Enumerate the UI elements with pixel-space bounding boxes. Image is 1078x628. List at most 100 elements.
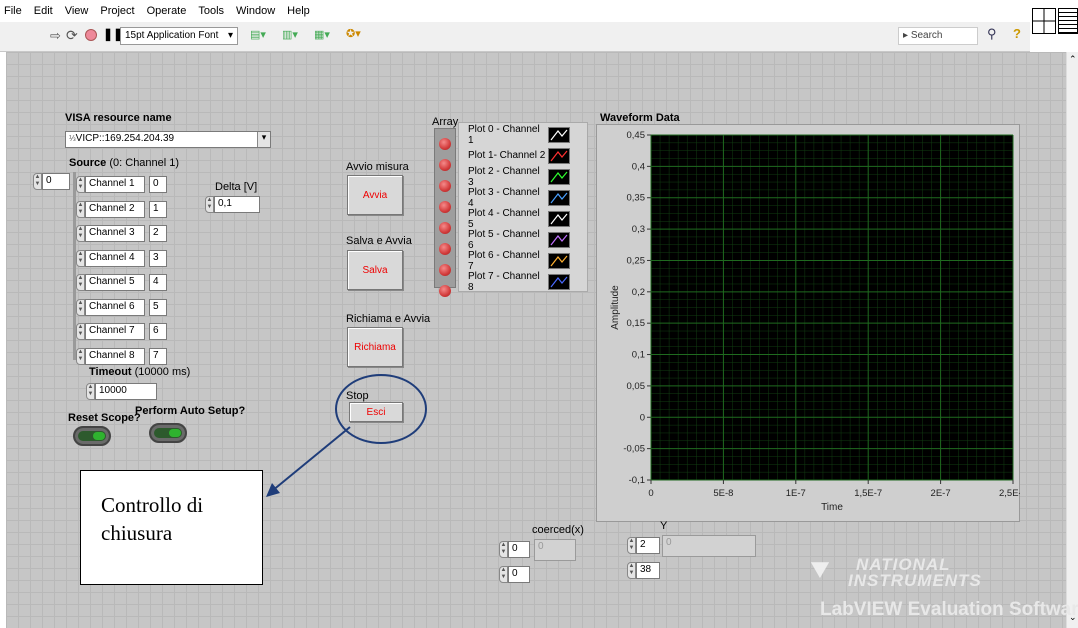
array-led-indicator bbox=[439, 180, 451, 192]
channel-value-field[interactable]: 0 bbox=[149, 176, 167, 193]
visa-dropdown-button[interactable]: ▾ bbox=[257, 132, 270, 147]
run-arrow-icon[interactable]: ⇨ bbox=[50, 28, 61, 44]
avvia-button[interactable]: Avvia bbox=[347, 175, 403, 215]
plot-line-style-icon bbox=[548, 231, 570, 248]
salva-label: Salva e Avvia bbox=[346, 235, 412, 247]
channel-spinner[interactable]: ▲ ▼ bbox=[76, 323, 85, 340]
coerced-index-1[interactable]: 0 bbox=[508, 541, 530, 558]
visa-resource-field[interactable]: ⅓VICP::169.254.204.39 bbox=[65, 131, 271, 148]
reset-scope-toggle[interactable] bbox=[73, 426, 111, 446]
menu-file[interactable]: File bbox=[4, 5, 22, 17]
auto-setup-toggle[interactable] bbox=[149, 423, 187, 443]
vi-icon-panel bbox=[1030, 0, 1078, 40]
search-input[interactable]: ▸ Search bbox=[898, 27, 978, 45]
align-icon[interactable]: ▤▾ bbox=[250, 28, 266, 41]
plot-legend-label: Plot 4 - Channel 5 bbox=[468, 207, 540, 230]
menu-project[interactable]: Project bbox=[100, 5, 134, 17]
channel-value-field[interactable]: 7 bbox=[149, 347, 167, 365]
y-spinner-2[interactable]: ▲ ▼ bbox=[627, 562, 636, 579]
coerced-index-2-value: 0 bbox=[512, 568, 518, 579]
reorder-icon[interactable]: ✪▾ bbox=[346, 27, 361, 40]
menu-window[interactable]: Window bbox=[236, 5, 275, 17]
richiama-button[interactable]: Richiama bbox=[347, 327, 403, 367]
x-axis-label: Time bbox=[821, 502, 843, 513]
y-label: Y bbox=[660, 520, 668, 532]
x-tick-label: 1,5E-7 bbox=[854, 488, 882, 499]
abort-icon[interactable] bbox=[85, 29, 97, 41]
channel-name-field[interactable]: Channel 5 bbox=[85, 274, 145, 291]
plot-legend-item[interactable]: Plot 2 - Channel 3 bbox=[460, 166, 570, 188]
coerced-spinner-2[interactable]: ▲ ▼ bbox=[499, 566, 508, 583]
channel-value-field[interactable]: 1 bbox=[149, 200, 167, 218]
channel-spinner[interactable]: ▲ ▼ bbox=[76, 176, 85, 193]
plot-legend-item[interactable]: Plot 4 - Channel 5 bbox=[460, 207, 570, 230]
x-tick-label: 0 bbox=[648, 488, 653, 499]
source-index-field[interactable]: 0 bbox=[42, 173, 70, 190]
y-tick-label: 0,25 bbox=[627, 255, 646, 266]
plot-legend-item[interactable]: Plot 1- Channel 2 bbox=[460, 145, 570, 166]
coerced-index-2[interactable]: 0 bbox=[508, 566, 530, 583]
run-continuously-icon[interactable]: ⟳ bbox=[66, 27, 78, 44]
channel-spinner[interactable]: ▲ ▼ bbox=[76, 200, 85, 218]
y-index-2[interactable]: 38 bbox=[636, 562, 660, 579]
timeout-spinner[interactable]: ▲ ▼ bbox=[86, 383, 95, 400]
x-tick-label: 5E-8 bbox=[713, 488, 733, 499]
delta-label: Delta [V] bbox=[215, 181, 258, 193]
plot-legend-item[interactable]: Plot 0 - Channel 1 bbox=[460, 124, 570, 146]
plot-legend-item[interactable]: Plot 5 - Channel 6 bbox=[460, 229, 570, 251]
plot-legend-item[interactable]: Plot 6 - Channel 7 bbox=[460, 250, 570, 272]
resize-icon[interactable]: ▦▾ bbox=[314, 28, 330, 41]
plot-line-style-icon bbox=[548, 147, 570, 164]
channel-value-field[interactable]: 4 bbox=[149, 274, 167, 291]
channel-name-field[interactable]: Channel 2 bbox=[85, 200, 145, 218]
plot-legend-label: Plot 7 - Channel 8 bbox=[468, 270, 540, 293]
menu-help[interactable]: Help bbox=[287, 5, 310, 17]
channel-name-field[interactable]: Channel 6 bbox=[85, 298, 145, 316]
channel-name-field[interactable]: Channel 7 bbox=[85, 323, 145, 340]
channel-value-field[interactable]: 3 bbox=[149, 249, 167, 267]
scroll-up-icon[interactable]: ⌃ bbox=[1069, 54, 1077, 65]
channel-name-field[interactable]: Channel 3 bbox=[85, 225, 145, 242]
reset-scope-label: Reset Scope? bbox=[68, 412, 141, 424]
channel-value-field[interactable]: 6 bbox=[149, 323, 167, 340]
coerced-spinner-1[interactable]: ▲ ▼ bbox=[499, 541, 508, 558]
channel-name-field[interactable]: Channel 1 bbox=[85, 176, 145, 193]
plot-legend-label: Plot 3 - Channel 4 bbox=[468, 186, 540, 209]
font-dropdown[interactable]: 15pt Application Font ▾ bbox=[120, 27, 238, 45]
distribute-icon[interactable]: ▥▾ bbox=[282, 28, 298, 41]
menu-tools[interactable]: Tools bbox=[198, 5, 224, 17]
timeout-field[interactable]: 10000 bbox=[95, 383, 157, 400]
channel-name-field[interactable]: Channel 8 bbox=[85, 347, 145, 365]
plot-line-style-icon bbox=[548, 252, 570, 269]
channel-name-field[interactable]: Channel 4 bbox=[85, 249, 145, 267]
help-icon[interactable]: ? bbox=[1013, 26, 1021, 41]
source-label: Source (0: Channel 1) bbox=[69, 157, 179, 169]
search-icon[interactable]: ⚲ bbox=[987, 26, 997, 42]
channel-value-field[interactable]: 5 bbox=[149, 298, 167, 316]
channel-spinner[interactable]: ▲ ▼ bbox=[76, 274, 85, 291]
y-spinner-1[interactable]: ▲ ▼ bbox=[627, 537, 636, 554]
channel-spinner[interactable]: ▲ ▼ bbox=[76, 347, 85, 365]
plot-legend-item[interactable]: Plot 7 - Channel 8 bbox=[460, 270, 570, 293]
y-tick-label: 0,1 bbox=[632, 350, 645, 361]
delta-spinner[interactable]: ▲ ▼ bbox=[205, 196, 214, 213]
channel-spinner[interactable]: ▲ ▼ bbox=[76, 249, 85, 267]
channel-spinner[interactable]: ▲ ▼ bbox=[76, 225, 85, 242]
x-tick-label: 1E-7 bbox=[786, 488, 806, 499]
salva-button[interactable]: Salva bbox=[347, 250, 403, 290]
vertical-scrollbar[interactable]: ⌃ ⌄ bbox=[1066, 52, 1078, 628]
menu-edit[interactable]: Edit bbox=[34, 5, 53, 17]
connector-pane-icon bbox=[1032, 8, 1056, 34]
y-tick-label: 0,3 bbox=[632, 224, 645, 235]
y-index-1[interactable]: 2 bbox=[636, 537, 660, 554]
delta-field[interactable]: 0,1 bbox=[214, 196, 260, 213]
timeout-label-bold: Timeout bbox=[89, 366, 132, 378]
plot-legend-item[interactable]: Plot 3 - Channel 4 bbox=[460, 186, 570, 209]
channel-spinner[interactable]: ▲ ▼ bbox=[76, 298, 85, 316]
source-index-spinner[interactable]: ▲ ▼ bbox=[33, 173, 42, 190]
coerced-label: coerced(x) bbox=[532, 524, 584, 536]
menu-view[interactable]: View bbox=[65, 5, 89, 17]
plot-legend-label: Plot 1- Channel 2 bbox=[468, 150, 546, 161]
menu-operate[interactable]: Operate bbox=[147, 5, 187, 17]
channel-value-field[interactable]: 2 bbox=[149, 225, 167, 242]
